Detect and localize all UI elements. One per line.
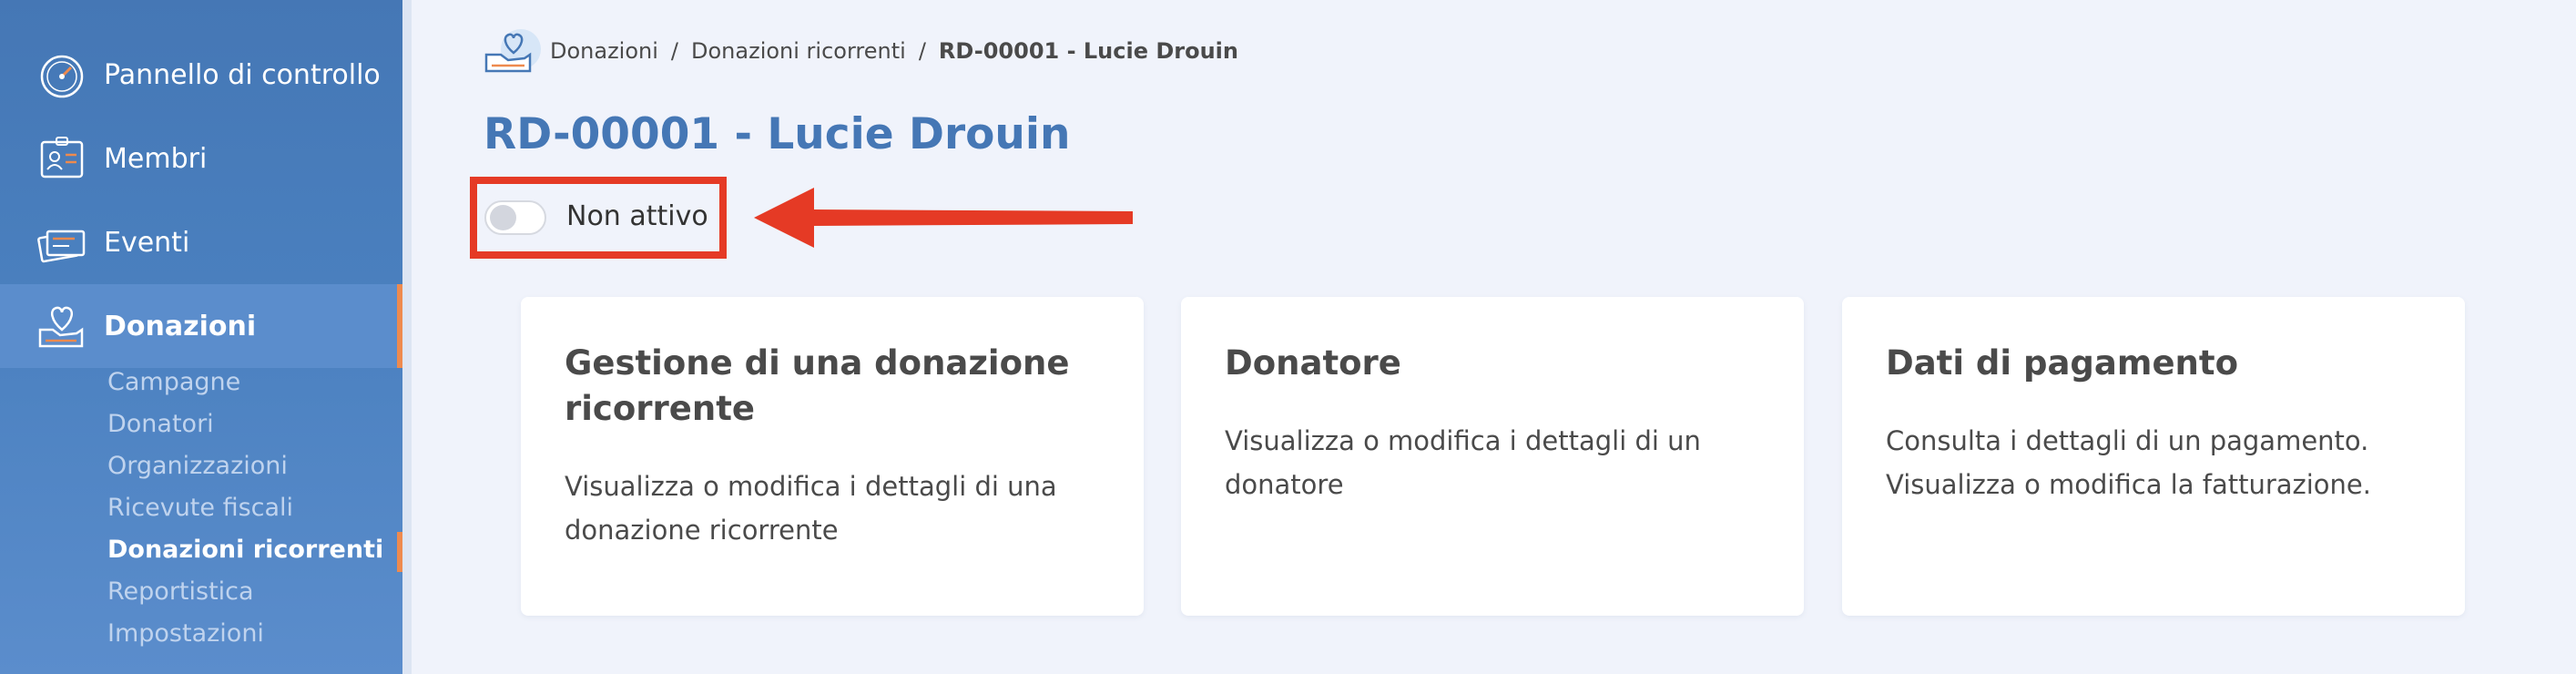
sub-item-impostazioni[interactable]: Impostazioni: [107, 619, 264, 648]
nav-item-donazioni[interactable]: Donazioni: [0, 284, 402, 368]
sub-item-ricevute-fiscali[interactable]: Ricevute fiscali: [107, 494, 293, 522]
sub-item-campagne[interactable]: Campagne: [107, 368, 240, 396]
breadcrumb-donazioni[interactable]: Donazioni: [550, 38, 658, 64]
page-title: RD-00001 - Lucie Drouin: [484, 109, 1071, 159]
breadcrumb: Donazioni / Donazioni ricorrenti / RD-00…: [483, 27, 1238, 75]
gauge-icon: [40, 55, 84, 98]
sub-item-reportistica[interactable]: Reportistica: [107, 577, 254, 606]
breadcrumb-current: RD-00001 - Lucie Drouin: [938, 38, 1238, 64]
card-title: Gestione di una donazione ricorrente: [565, 343, 1070, 428]
active-toggle[interactable]: [484, 200, 546, 235]
sidebar-divider: [402, 0, 412, 674]
card-description: Visualizza o modifica i dettagli di un d…: [1225, 425, 1701, 500]
id-card-icon: [40, 137, 84, 179]
breadcrumb-donazioni-ricorrenti[interactable]: Donazioni ricorrenti: [691, 38, 906, 64]
card-title: Donatore: [1225, 343, 1401, 383]
arrow-annotation-icon: [754, 188, 1133, 248]
toggle-knob: [490, 205, 516, 230]
sub-item-organizzazioni[interactable]: Organizzazioni: [107, 452, 288, 480]
card-description: Consulta i dettagli di un pagamento. Vis…: [1886, 425, 2371, 500]
card-dati-di-pagamento[interactable]: Dati di pagamento Consulta i dettagli di…: [1842, 297, 2465, 616]
nav-item-pannello-di-controllo[interactable]: Pannello di controllo: [0, 33, 402, 117]
breadcrumb-separator: /: [918, 38, 926, 64]
breadcrumb-separator: /: [670, 38, 679, 64]
nav-label: Membri: [104, 142, 208, 175]
nav-item-membri[interactable]: Membri: [0, 117, 402, 200]
sidebar: Pannello di controllo Membri Eventi Dona…: [0, 0, 402, 674]
heart-hand-icon: [38, 306, 84, 348]
card-description: Visualizza o modifica i dettagli di una …: [565, 471, 1057, 546]
nav-label: Donazioni: [104, 310, 257, 342]
nav-label: Pannello di controllo: [104, 58, 381, 91]
nav-label: Eventi: [104, 226, 190, 259]
card-gestione-donazione-ricorrente[interactable]: Gestione di una donazione ricorrente Vis…: [521, 297, 1144, 616]
card-donatore[interactable]: Donatore Visualizza o modifica i dettagl…: [1181, 297, 1804, 616]
sub-item-donatori[interactable]: Donatori: [107, 410, 214, 438]
nav-item-eventi[interactable]: Eventi: [0, 200, 402, 284]
sub-item-donazioni-ricorrenti[interactable]: Donazioni ricorrenti: [107, 536, 383, 564]
card-title: Dati di pagamento: [1886, 343, 2238, 383]
tickets-icon: [37, 230, 86, 263]
toggle-label: Non attivo: [566, 200, 708, 232]
heart-hand-icon: [484, 29, 541, 73]
